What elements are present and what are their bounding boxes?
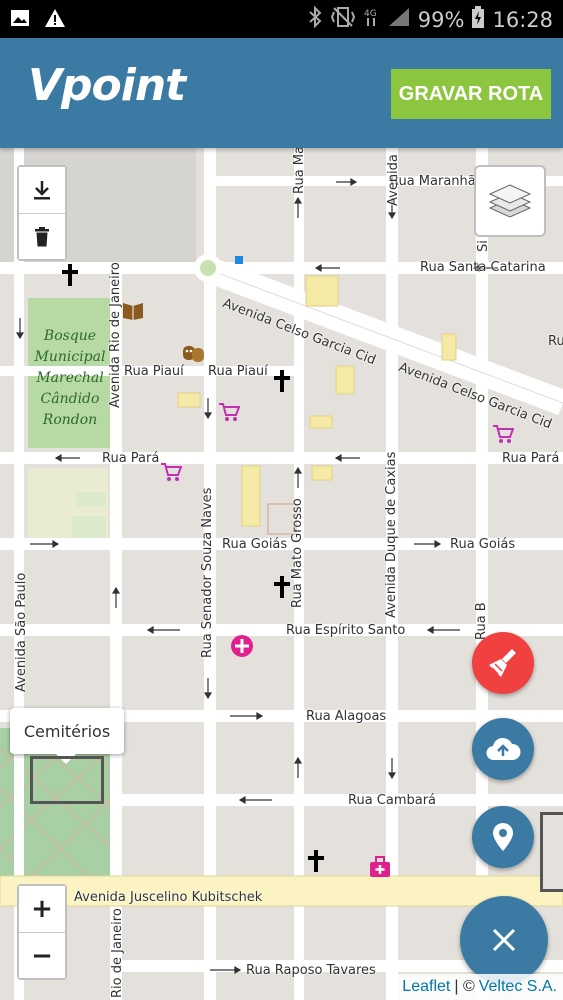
- map-tooltip: Cemitérios: [10, 708, 124, 764]
- street-label: Rio de Janeiro: [110, 908, 125, 998]
- street-label: Avenida Juscelino Kubitschek: [74, 890, 263, 905]
- cloud-upload-icon: [486, 737, 521, 761]
- upload-button[interactable]: [472, 718, 534, 780]
- map-tiles: [0, 148, 563, 1000]
- map-attribution: Leaflet | © Veltec S.A.: [396, 974, 563, 1000]
- app-logo: Vpoint: [28, 60, 186, 111]
- street-label: Rua Raposo Tavares: [246, 963, 376, 978]
- street-label: Avenida Duque de Caxias: [384, 451, 399, 618]
- clock: 16:28: [492, 7, 553, 32]
- zoom-in-button[interactable]: +: [19, 886, 65, 932]
- delete-button[interactable]: [19, 213, 65, 259]
- leaflet-link[interactable]: Leaflet: [402, 978, 450, 996]
- broom-icon: [489, 649, 516, 677]
- attribution-separator: | ©: [454, 978, 475, 995]
- street-label: Rua Alagoas: [306, 709, 387, 724]
- status-bar: 4G 99% 16:28: [0, 0, 563, 38]
- street-label: Ru: [548, 334, 563, 349]
- warning-icon: [44, 8, 66, 32]
- shopping-cart-icon: [493, 425, 514, 443]
- church-icon: [62, 264, 78, 286]
- bluetooth-icon: [308, 5, 322, 33]
- svg-text:4G: 4G: [364, 9, 377, 19]
- street-label: Rua Espírito Santo: [286, 623, 406, 638]
- street-label: Rua Cambará: [348, 793, 437, 808]
- layers-icon: [488, 184, 532, 218]
- zoom-out-button[interactable]: −: [19, 932, 65, 978]
- street-label: Rua Goiás: [450, 537, 516, 552]
- street-label: Rua Santa Catarina: [420, 260, 546, 275]
- layers-button[interactable]: [476, 167, 544, 235]
- street-label: Rua Pará: [102, 451, 160, 466]
- street-label: Si: [476, 240, 491, 252]
- battery-percent: 99%: [417, 7, 465, 32]
- street-label: Rua Ma: [292, 148, 307, 194]
- shopping-cart-icon: [161, 463, 182, 481]
- layers-control[interactable]: [474, 165, 546, 237]
- street-label: Avenida Rio de Janeiro: [108, 262, 123, 408]
- image-icon: [10, 8, 30, 32]
- theatre-icon: [183, 346, 204, 362]
- map-view[interactable]: Rua Maranhã Rua Santa Catarina Avenida C…: [0, 148, 563, 1000]
- street-label: Avenida São Paulo: [14, 572, 29, 692]
- street-label: Avenida: [386, 154, 401, 206]
- trash-icon: [35, 226, 49, 246]
- street-label: Rua Senador Souza Naves: [200, 487, 215, 658]
- street-label: Rua Piauí: [124, 364, 184, 379]
- download-icon: [34, 181, 50, 200]
- pharmacy-icon: [231, 635, 253, 657]
- church-icon: [308, 850, 324, 872]
- battery-charging-icon: [472, 6, 485, 33]
- shopping-cart-icon: [219, 403, 240, 421]
- zoom-control: + −: [17, 884, 67, 980]
- download-button[interactable]: [19, 167, 65, 213]
- vibrate-icon: [330, 6, 356, 33]
- close-menu-button[interactable]: [460, 896, 548, 984]
- clear-route-button[interactable]: [472, 632, 534, 694]
- church-icon: [274, 370, 290, 392]
- app-header: Vpoint GRAVAR ROTA: [0, 38, 563, 148]
- street-label: Rua Maranhã: [390, 174, 476, 189]
- location-button[interactable]: [472, 806, 534, 868]
- close-icon: [492, 928, 516, 952]
- park-label: Bosque Municipal Marechal Cândido Rondon: [34, 328, 106, 428]
- street-label: Rua B: [474, 602, 489, 640]
- map-marker-icon: [493, 823, 513, 851]
- cemetery-highlight: [30, 756, 104, 804]
- church-icon: [274, 576, 290, 598]
- draw-toolbar: [17, 165, 67, 261]
- street-label: Rua Pará: [502, 451, 560, 466]
- signal-4g-icon: 4G: [364, 6, 380, 33]
- medical-bag-icon: [370, 856, 390, 877]
- street-label: Rua Piauí: [208, 364, 268, 379]
- signal-icon: [388, 7, 410, 32]
- record-route-button[interactable]: GRAVAR ROTA: [391, 69, 551, 119]
- owner-link[interactable]: Veltec S.A.: [479, 978, 557, 996]
- street-label: Rua Mato Grosso: [290, 498, 305, 608]
- map-edge-marker: [540, 812, 563, 892]
- street-label: Rua Goiás: [222, 537, 288, 552]
- library-icon: [123, 303, 143, 320]
